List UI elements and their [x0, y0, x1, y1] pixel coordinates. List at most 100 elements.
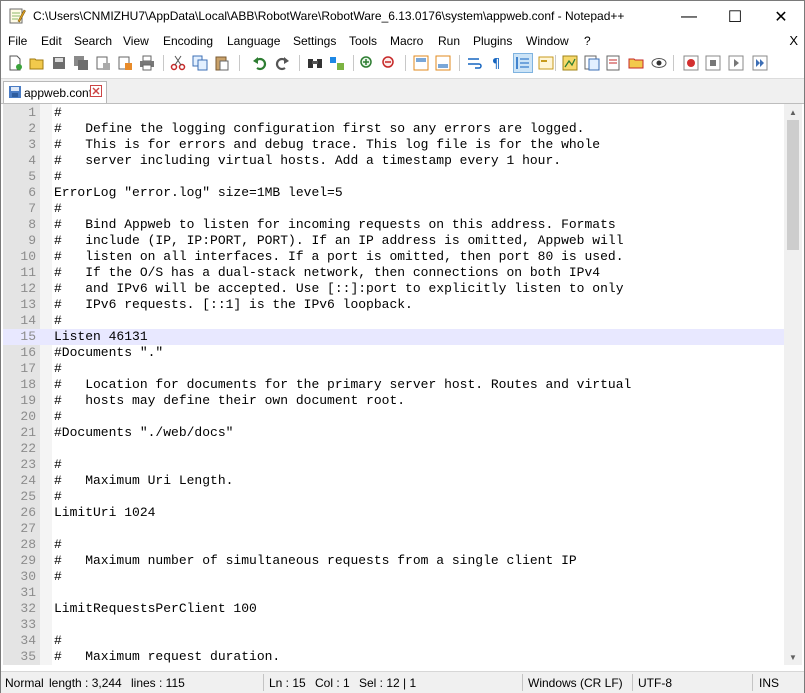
line-text[interactable]: #: [54, 569, 62, 585]
show-all-chars-icon[interactable]: ¶: [488, 54, 506, 72]
menu-edit[interactable]: Edit: [41, 34, 62, 48]
line-text[interactable]: # include (IP, IP:PORT, PORT). If an IP …: [54, 233, 624, 249]
line-text[interactable]: LimitUri 1024: [54, 505, 155, 521]
code-line[interactable]: 18 # Location for documents for the prima…: [3, 377, 784, 393]
scroll-thumb[interactable]: [787, 120, 799, 250]
code-line[interactable]: 33: [3, 617, 784, 633]
code-line[interactable]: 32 LimitRequestsPerClient 100: [3, 601, 784, 617]
code-line[interactable]: 12 # and IPv6 will be accepted. Use [::]:…: [3, 281, 784, 297]
line-text[interactable]: #: [54, 105, 62, 121]
code-line[interactable]: 30 #: [3, 569, 784, 585]
code-line[interactable]: 29 # Maximum number of simultaneous reque…: [3, 553, 784, 569]
doc-list-icon[interactable]: [605, 54, 623, 72]
code-line[interactable]: 23 #: [3, 457, 784, 473]
code-line[interactable]: 17 #: [3, 361, 784, 377]
menu-macro[interactable]: Macro: [390, 34, 423, 48]
sync-horizontal-icon[interactable]: [434, 54, 452, 72]
close-all-icon[interactable]: [116, 54, 134, 72]
line-text[interactable]: #Documents ".": [54, 345, 163, 361]
line-text[interactable]: # Maximum number of simultaneous request…: [54, 553, 577, 569]
menu-encoding[interactable]: Encoding: [163, 34, 213, 48]
code-line[interactable]: 19 # hosts may define their own document …: [3, 393, 784, 409]
cut-icon[interactable]: [169, 54, 187, 72]
code-line[interactable]: 14 #: [3, 313, 784, 329]
sync-vertical-icon[interactable]: [412, 54, 430, 72]
line-text[interactable]: #: [54, 313, 62, 329]
code-line[interactable]: 35 # Maximum request duration.: [3, 649, 784, 665]
menu-view[interactable]: View: [123, 34, 149, 48]
line-text[interactable]: # Location for documents for the primary…: [54, 377, 631, 393]
menu-search[interactable]: Search: [74, 34, 112, 48]
undo-icon[interactable]: [251, 54, 269, 72]
code-line[interactable]: 11 # If the O/S has a dual-stack network,…: [3, 265, 784, 281]
close-button[interactable]: ✕: [758, 1, 804, 32]
maximize-button[interactable]: ☐: [712, 1, 758, 32]
line-text[interactable]: # listen on all interfaces. If a port is…: [54, 249, 624, 265]
code-line[interactable]: 8 # Bind Appweb to listen for incoming re…: [3, 217, 784, 233]
redo-icon[interactable]: [273, 54, 291, 72]
code-line[interactable]: 27: [3, 521, 784, 537]
word-wrap-icon[interactable]: [466, 54, 484, 72]
line-text[interactable]: #: [54, 489, 62, 505]
code-line[interactable]: 2 # Define the logging configuration firs…: [3, 121, 784, 137]
line-text[interactable]: # hosts may define their own document ro…: [54, 393, 405, 409]
code-line[interactable]: 25 #: [3, 489, 784, 505]
code-line[interactable]: 20 #: [3, 409, 784, 425]
tab-close-icon[interactable]: [90, 85, 102, 97]
line-text[interactable]: LimitRequestsPerClient 100: [54, 601, 257, 617]
code-line[interactable]: 4 # server including virtual hosts. Add a…: [3, 153, 784, 169]
function-list-icon[interactable]: [583, 54, 601, 72]
folder-workspace-icon[interactable]: [627, 54, 645, 72]
menu-tools[interactable]: Tools: [349, 34, 377, 48]
record-macro-icon[interactable]: [682, 54, 700, 72]
menu-window[interactable]: Window: [526, 34, 569, 48]
copy-icon[interactable]: [191, 54, 209, 72]
vertical-scrollbar[interactable]: ▲ ▼: [784, 104, 802, 665]
code-line[interactable]: 6 ErrorLog "error.log" size=1MB level=5: [3, 185, 784, 201]
code-line[interactable]: 3 # This is for errors and debug trace. T…: [3, 137, 784, 153]
play-macro-icon[interactable]: [727, 54, 745, 72]
save-all-icon[interactable]: [72, 54, 90, 72]
code-line[interactable]: 22: [3, 441, 784, 457]
zoom-out-icon[interactable]: [380, 54, 398, 72]
print-icon[interactable]: [138, 54, 156, 72]
run-macro-multiple-icon[interactable]: [751, 54, 769, 72]
code-line[interactable]: 16 #Documents ".": [3, 345, 784, 361]
line-text[interactable]: # server including virtual hosts. Add a …: [54, 153, 561, 169]
close-document-button[interactable]: X: [789, 33, 798, 48]
line-text[interactable]: #: [54, 537, 62, 553]
line-text[interactable]: # Define the logging configuration first…: [54, 121, 585, 137]
line-text[interactable]: #: [54, 169, 62, 185]
zoom-in-icon[interactable]: [358, 54, 376, 72]
code-line[interactable]: 13 # IPv6 requests. [::1] is the IPv6 loo…: [3, 297, 784, 313]
code-line[interactable]: 24 # Maximum Uri Length.: [3, 473, 784, 489]
line-text[interactable]: # Maximum Uri Length.: [54, 473, 233, 489]
code-line[interactable]: 31: [3, 585, 784, 601]
line-text[interactable]: # Bind Appweb to listen for incoming req…: [54, 217, 616, 233]
tab-appweb-conf[interactable]: appweb.conf: [3, 81, 107, 103]
udl-icon[interactable]: [537, 54, 555, 72]
menu-plugins[interactable]: Plugins: [473, 34, 512, 48]
open-file-icon[interactable]: [28, 54, 46, 72]
menu-language[interactable]: Language: [227, 34, 280, 48]
scroll-down-icon[interactable]: ▼: [784, 649, 802, 665]
line-text[interactable]: ErrorLog "error.log" size=1MB level=5: [54, 185, 343, 201]
code-line[interactable]: 21 #Documents "./web/docs": [3, 425, 784, 441]
code-line[interactable]: 9 # include (IP, IP:PORT, PORT). If an IP…: [3, 233, 784, 249]
line-text[interactable]: #Documents "./web/docs": [54, 425, 233, 441]
code-line[interactable]: 34 #: [3, 633, 784, 649]
doc-map-icon[interactable]: [561, 54, 579, 72]
line-text[interactable]: #: [54, 201, 62, 217]
code-line[interactable]: 10 # listen on all interfaces. If a port …: [3, 249, 784, 265]
monitor-icon[interactable]: [650, 54, 668, 72]
code-line[interactable]: 15 Listen 46131: [3, 329, 784, 345]
line-text[interactable]: # IPv6 requests. [::1] is the IPv6 loopb…: [54, 297, 413, 313]
close-file-icon[interactable]: [94, 54, 112, 72]
indent-guide-icon[interactable]: [513, 53, 533, 73]
save-icon[interactable]: [50, 54, 68, 72]
code-line[interactable]: 26 LimitUri 1024: [3, 505, 784, 521]
line-text[interactable]: Listen 46131: [54, 329, 148, 345]
scroll-up-icon[interactable]: ▲: [784, 104, 802, 120]
menu-run[interactable]: Run: [438, 34, 460, 48]
line-text[interactable]: #: [54, 457, 62, 473]
